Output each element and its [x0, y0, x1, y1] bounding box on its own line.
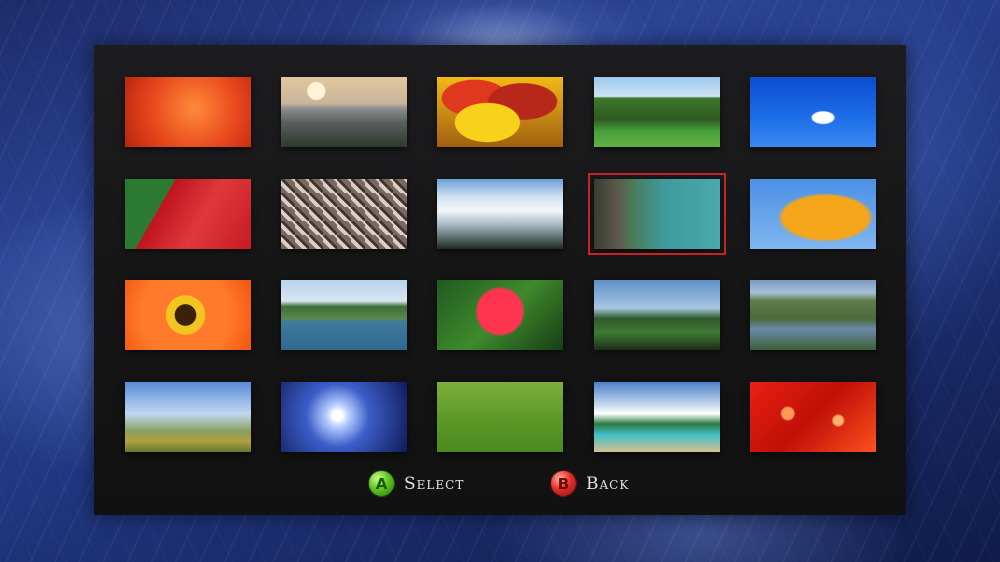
back-control[interactable]: B Back — [550, 470, 629, 497]
photo-mosaic-floor[interactable] — [281, 179, 407, 249]
photo-autumn-tree[interactable] — [750, 179, 876, 249]
photo-lagoon-palm[interactable] — [588, 173, 726, 255]
photo-wind-turbines[interactable] — [125, 382, 251, 452]
photo-sheep-field[interactable] — [437, 382, 563, 452]
back-label: Back — [586, 473, 630, 494]
photo-hill-landscape[interactable] — [594, 280, 720, 350]
photo-snowy-mountains[interactable] — [437, 179, 563, 249]
photo-red-hibiscus[interactable] — [437, 280, 563, 350]
thumbnail-grid — [94, 45, 906, 515]
photo-sunset-sea[interactable] — [281, 77, 407, 147]
photo-blue-sky-cloud[interactable] — [750, 77, 876, 147]
select-label: Select — [404, 473, 465, 494]
photo-mountain-lake-path[interactable] — [750, 280, 876, 350]
a-button-icon: A — [368, 470, 395, 497]
photo-blue-light-burst[interactable] — [281, 382, 407, 452]
photo-beach-resort[interactable] — [594, 382, 720, 452]
photo-red-green-leaves[interactable] — [125, 179, 251, 249]
photo-red-leaf[interactable] — [125, 77, 251, 147]
photo-yellow-pansy[interactable] — [437, 77, 563, 147]
b-button-icon: B — [550, 470, 577, 497]
photo-christmas-tree-bokeh[interactable] — [750, 382, 876, 452]
photo-coast-cliffs[interactable] — [281, 280, 407, 350]
photo-park-trees[interactable] — [594, 77, 720, 147]
select-control[interactable]: A Select — [368, 470, 464, 497]
photo-gallery-panel: A Select B Back — [94, 45, 906, 515]
photo-orange-gerbera[interactable] — [125, 280, 251, 350]
